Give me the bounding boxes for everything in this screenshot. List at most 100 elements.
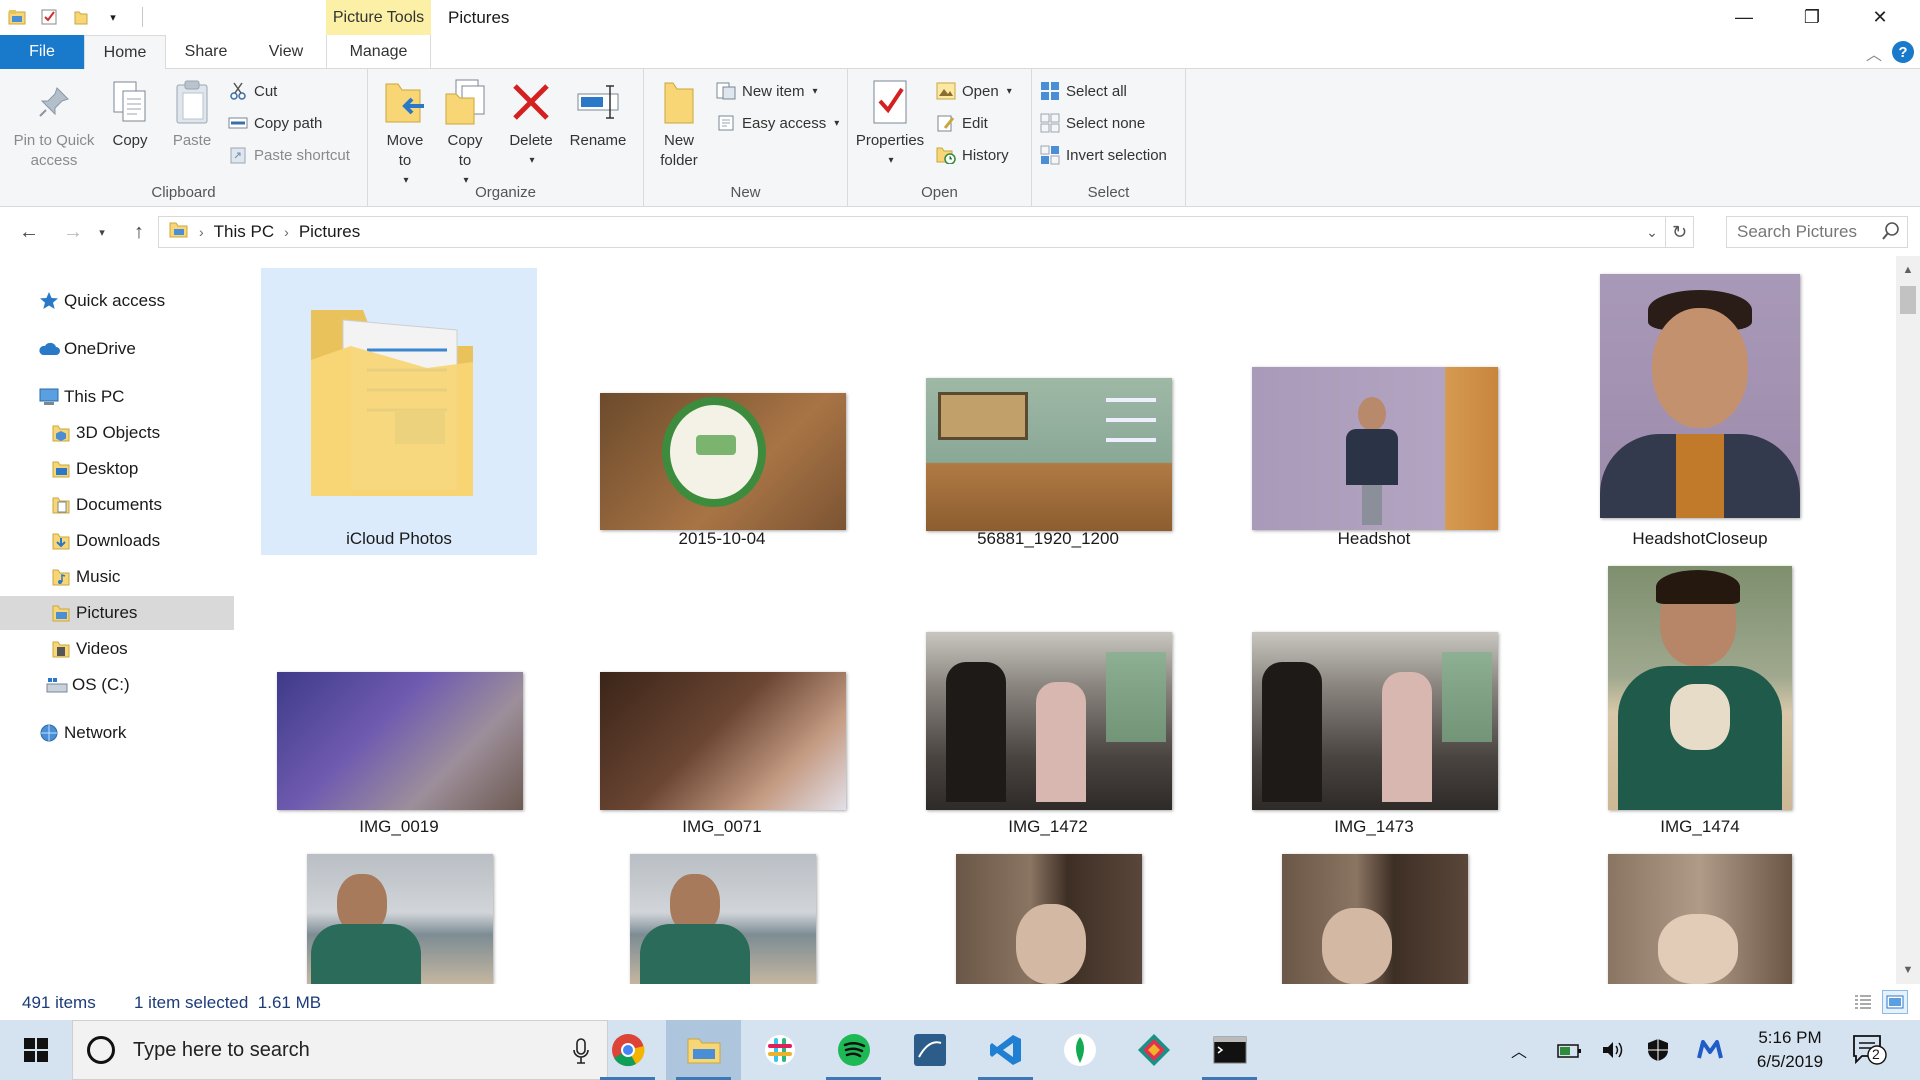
tab-file[interactable]: File	[0, 35, 84, 69]
minimize-button[interactable]: —	[1710, 0, 1778, 35]
file-name: 56881_1920_1200	[977, 529, 1119, 548]
copy-path-button[interactable]: Copy path	[228, 111, 322, 135]
image-item[interactable]	[261, 850, 537, 984]
large-icons-view-icon[interactable]	[1882, 990, 1908, 1014]
start-button[interactable]	[0, 1020, 72, 1080]
nav-item-label: OS (C:)	[72, 675, 130, 694]
file-explorer-icon[interactable]	[666, 1020, 741, 1080]
slack-icon[interactable]	[742, 1020, 817, 1080]
history-button[interactable]: History	[936, 143, 1009, 167]
action-center-icon[interactable]: 2	[1852, 1034, 1888, 1071]
scroll-up-arrow-icon[interactable]: ▲	[1896, 258, 1920, 282]
new-folder-icon[interactable]	[70, 6, 92, 28]
select-none-button[interactable]: Select none	[1040, 111, 1145, 135]
vscode-icon[interactable]	[968, 1020, 1043, 1080]
up-arrow-icon[interactable]: ↑	[124, 218, 154, 246]
paste-button[interactable]: Paste	[166, 77, 218, 151]
open-button[interactable]: Open ▾	[936, 79, 1012, 103]
nav-item-videos[interactable]: Videos	[0, 632, 234, 666]
tab-view[interactable]: View	[254, 35, 318, 69]
chrome-icon[interactable]	[590, 1020, 665, 1080]
volume-icon[interactable]	[1596, 1020, 1632, 1080]
mysql-workbench-icon[interactable]	[892, 1020, 967, 1080]
breadcrumb-this-pc[interactable]: This PC	[214, 222, 274, 242]
help-icon[interactable]: ?	[1892, 41, 1914, 63]
terminal-icon[interactable]	[1192, 1020, 1267, 1080]
edit-button[interactable]: Edit	[936, 111, 988, 135]
image-item[interactable]: IMG_1472	[910, 562, 1186, 842]
search-box[interactable]: Search Pictures	[1726, 216, 1908, 248]
image-item[interactable]: HeadshotCloseup	[1562, 268, 1838, 555]
tab-home[interactable]: Home	[84, 35, 166, 70]
gitkraken-icon[interactable]	[1116, 1020, 1191, 1080]
file-name: 2015-10-04	[678, 529, 766, 548]
collapse-ribbon-icon[interactable]: ︿	[1866, 41, 1882, 65]
system-clock[interactable]: 5:16 PM 6/5/2019	[1740, 1026, 1840, 1074]
delete-button[interactable]: Delete ▾	[506, 77, 556, 171]
nav-item-3d-objects[interactable]: 3D Objects	[0, 416, 234, 450]
copy-button[interactable]: Copy	[106, 77, 154, 151]
explorer-window-icon[interactable]	[6, 6, 28, 28]
copy-to-button[interactable]: Copy to ▾	[440, 77, 490, 191]
move-to-button[interactable]: Move to ▾	[380, 77, 430, 191]
forward-arrow-icon[interactable]: →	[58, 218, 88, 246]
close-button[interactable]: ✕	[1846, 0, 1914, 35]
malwarebytes-icon[interactable]	[1692, 1020, 1728, 1080]
windows-security-shield-icon[interactable]	[1640, 1020, 1676, 1080]
select-all-button[interactable]: Select all	[1040, 79, 1127, 103]
nav-item-pictures[interactable]: Pictures	[0, 596, 234, 630]
tab-share[interactable]: Share	[174, 35, 238, 69]
easy-access-button[interactable]: Easy access ▾	[716, 111, 839, 135]
scrollbar-thumb[interactable]	[1900, 286, 1916, 314]
image-item[interactable]	[910, 850, 1186, 984]
image-item[interactable]: IMG_0019	[261, 562, 537, 842]
properties-button[interactable]: Properties ▾	[852, 77, 928, 171]
image-item[interactable]: 56881_1920_1200	[910, 268, 1186, 555]
recent-locations-dropdown-icon[interactable]: ▾	[94, 218, 110, 246]
image-item[interactable]	[1236, 850, 1512, 984]
breadcrumb-pictures[interactable]: Pictures	[299, 222, 360, 242]
customize-qat-dropdown-icon[interactable]: ▾	[102, 6, 124, 28]
image-item[interactable]	[1562, 850, 1838, 984]
image-item[interactable]: IMG_1473	[1236, 562, 1512, 842]
maximize-button[interactable]: ❐	[1778, 0, 1846, 35]
pin-to-quick-access-button[interactable]: Pin to Quick access	[8, 77, 100, 171]
new-folder-button[interactable]: New folder	[654, 77, 704, 171]
nav-item-documents[interactable]: Documents	[0, 488, 234, 522]
refresh-icon[interactable]: ↻	[1665, 217, 1693, 247]
image-item[interactable]: IMG_0071	[584, 562, 860, 842]
rename-button[interactable]: Rename	[566, 77, 630, 151]
details-view-icon[interactable]	[1850, 990, 1876, 1014]
battery-icon[interactable]	[1552, 1020, 1588, 1080]
nav-item-music[interactable]: Music	[0, 560, 234, 594]
back-arrow-icon[interactable]: ←	[14, 218, 44, 246]
folder-item[interactable]: iCloud Photos	[261, 268, 537, 555]
address-history-dropdown-icon[interactable]: ⌄	[1639, 217, 1665, 247]
nav-item-downloads[interactable]: Downloads	[0, 524, 234, 558]
tab-manage[interactable]: Manage	[326, 35, 431, 69]
nav-item-network[interactable]: Network	[0, 716, 234, 750]
show-hidden-icons-chevron-icon[interactable]: ︿	[1506, 1020, 1532, 1080]
cut-button[interactable]: Cut	[228, 79, 277, 103]
scroll-down-arrow-icon[interactable]: ▼	[1896, 958, 1920, 982]
image-item[interactable]: IMG_1474	[1562, 562, 1838, 842]
nav-item-quick-access[interactable]: Quick access	[0, 284, 234, 318]
nav-item-label: Quick access	[64, 291, 166, 310]
image-item[interactable]	[584, 850, 860, 984]
nav-item-desktop[interactable]: Desktop	[0, 452, 234, 486]
image-item[interactable]: Headshot	[1236, 268, 1512, 555]
vertical-scrollbar[interactable]: ▲ ▼	[1896, 256, 1920, 984]
mongodb-compass-icon[interactable]	[1042, 1020, 1117, 1080]
taskbar-search-box[interactable]: Type here to search	[72, 1020, 608, 1080]
properties-icon[interactable]	[38, 6, 60, 28]
paste-shortcut-button[interactable]: Paste shortcut	[228, 143, 350, 167]
image-item[interactable]: 2015-10-04	[584, 268, 860, 555]
microphone-icon[interactable]	[573, 1038, 589, 1070]
nav-item-onedrive[interactable]: OneDrive	[0, 332, 234, 366]
new-item-button[interactable]: New item ▾	[716, 79, 818, 103]
spotify-icon[interactable]	[816, 1020, 891, 1080]
nav-item-this-pc[interactable]: This PC	[0, 380, 234, 414]
nav-item-os-c[interactable]: OS (C:)	[0, 668, 234, 702]
address-bar[interactable]: › This PC › Pictures ⌄ ↻	[158, 216, 1694, 248]
invert-selection-button[interactable]: Invert selection	[1040, 143, 1167, 167]
